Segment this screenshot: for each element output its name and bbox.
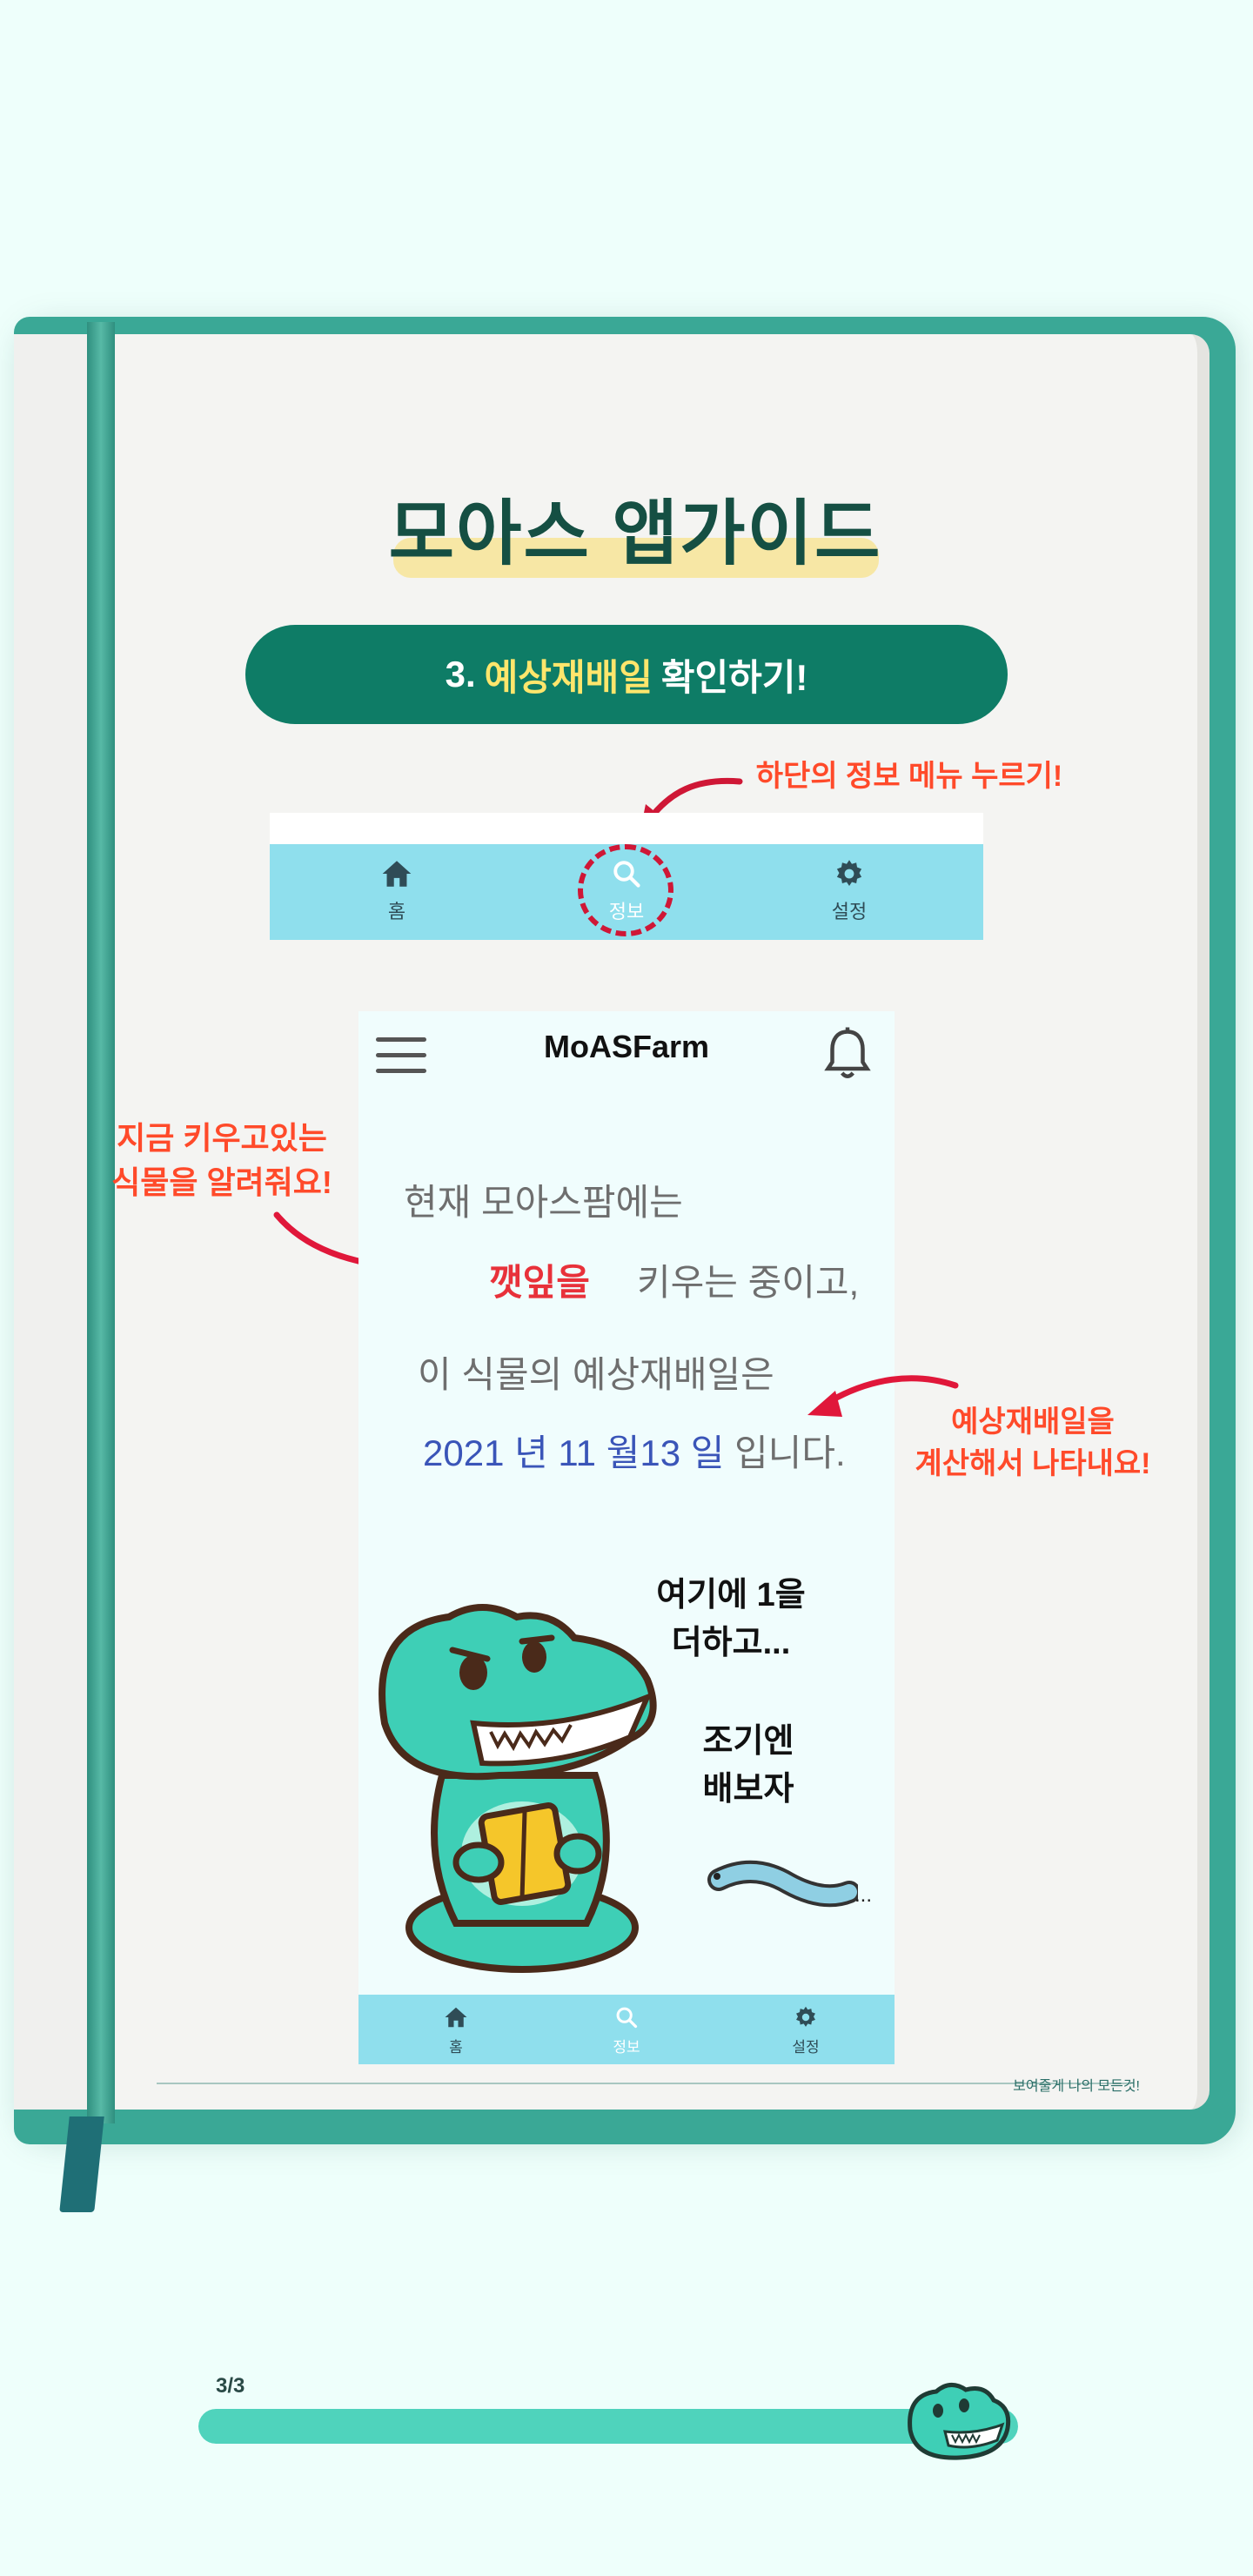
footer-divider [157, 2083, 1131, 2084]
phone-text-line3: 이 식물의 예상재배일은 [418, 1354, 774, 1395]
phone-nav-home[interactable]: 홈 [404, 2005, 508, 2056]
progress-track [198, 2409, 1018, 2444]
phone-nav-settings[interactable]: 설정 [754, 2005, 858, 2056]
speech1-line2: 더하고... [671, 1625, 791, 1662]
phone-nav-info-label: 정보 [613, 2039, 640, 2056]
phone-bottom-nav: 홈 정보 설정 [358, 1995, 895, 2064]
date-month: 11 [558, 1432, 597, 1473]
nav-demo-screen-edge [270, 813, 983, 844]
date-year-unit: 년 [514, 1432, 548, 1473]
phone-nav-info[interactable]: 정보 [574, 2005, 679, 2056]
plant-hint-note: 지금 키우고있는 식물을 알려줘요! [87, 1116, 357, 1204]
step-highlight: 예상재배일 [484, 656, 653, 698]
hamburger-icon-bar2[interactable] [376, 1053, 426, 1057]
nav-demo-settings-label: 설정 [831, 902, 868, 923]
crocodile-mascot-illustration [379, 1604, 657, 1973]
page-title: 모아스 앱가이드 [388, 494, 882, 574]
worm-illustration [707, 1861, 858, 1908]
nav-demo-settings[interactable]: 설정 [797, 858, 901, 924]
gear-icon [796, 2006, 815, 2027]
home-icon [382, 861, 412, 887]
gear-icon [836, 860, 862, 886]
progress-fill [198, 2409, 1018, 2444]
footer-slogan: 보여줄게 나의 모든것! [1013, 2079, 1140, 2094]
worm-ellipsis: ... [854, 1883, 873, 1907]
search-icon [616, 2007, 638, 2029]
highlight-circle [578, 844, 673, 936]
plant-hint-line2: 식물을 알려줘요! [111, 1164, 332, 1201]
date-hint-line1: 예상재배일을 [951, 1405, 1115, 1439]
notebook-binder [87, 322, 115, 2123]
crocodile-progress-icon [908, 2383, 1011, 2460]
plant-hint-line1: 지금 키우고있는 [117, 1120, 327, 1156]
date-suffix: 입니다. [734, 1432, 846, 1473]
hamburger-icon-bar1[interactable] [376, 1037, 426, 1042]
phone-text-line1: 현재 모아스팜에는 [404, 1182, 683, 1223]
date-year: 2021 [423, 1432, 505, 1473]
nav-demo-home-label: 홈 [387, 902, 406, 923]
progress-label: 3/3 [216, 2374, 245, 2398]
app-brand: MoASFarm [543, 1029, 710, 1064]
phone-nav-home-label: 홈 [449, 2039, 463, 2056]
home-icon [445, 2007, 467, 2028]
step-text: 확인하기! [660, 656, 808, 698]
date-day: 13 [640, 1432, 681, 1473]
date-hint-arrow [807, 1375, 959, 1417]
speech2-line2: 배보자 [702, 1771, 794, 1808]
date-month-unit: 월 [606, 1432, 640, 1473]
step-number: 3. [445, 654, 476, 694]
nav-hint-note: 하단의 정보 메뉴 누르기! [755, 760, 1063, 793]
plant-name: 깻잎을 [489, 1262, 590, 1303]
date-day-unit: 일 [690, 1432, 725, 1473]
phone-nav-settings-label: 설정 [792, 2039, 820, 2056]
speech-bubble-2: 조기엔 배보자 [661, 1718, 835, 1814]
nav-demo-home[interactable]: 홈 [345, 858, 449, 924]
notebook-left-page [14, 334, 96, 2110]
bell-icon[interactable] [821, 1025, 874, 1086]
harvest-date-line: 2021 년 11 월13 일 입니다. [423, 1424, 846, 1477]
step-banner: 3. 예상재배일 확인하기! [245, 625, 1008, 724]
speech2-line1: 조기엔 [702, 1723, 794, 1760]
hamburger-icon-bar3[interactable] [376, 1069, 426, 1073]
phone-text-line2: 키우는 중이고, [637, 1262, 860, 1303]
date-hint-line2: 계산해서 나타내요! [915, 1447, 1151, 1481]
